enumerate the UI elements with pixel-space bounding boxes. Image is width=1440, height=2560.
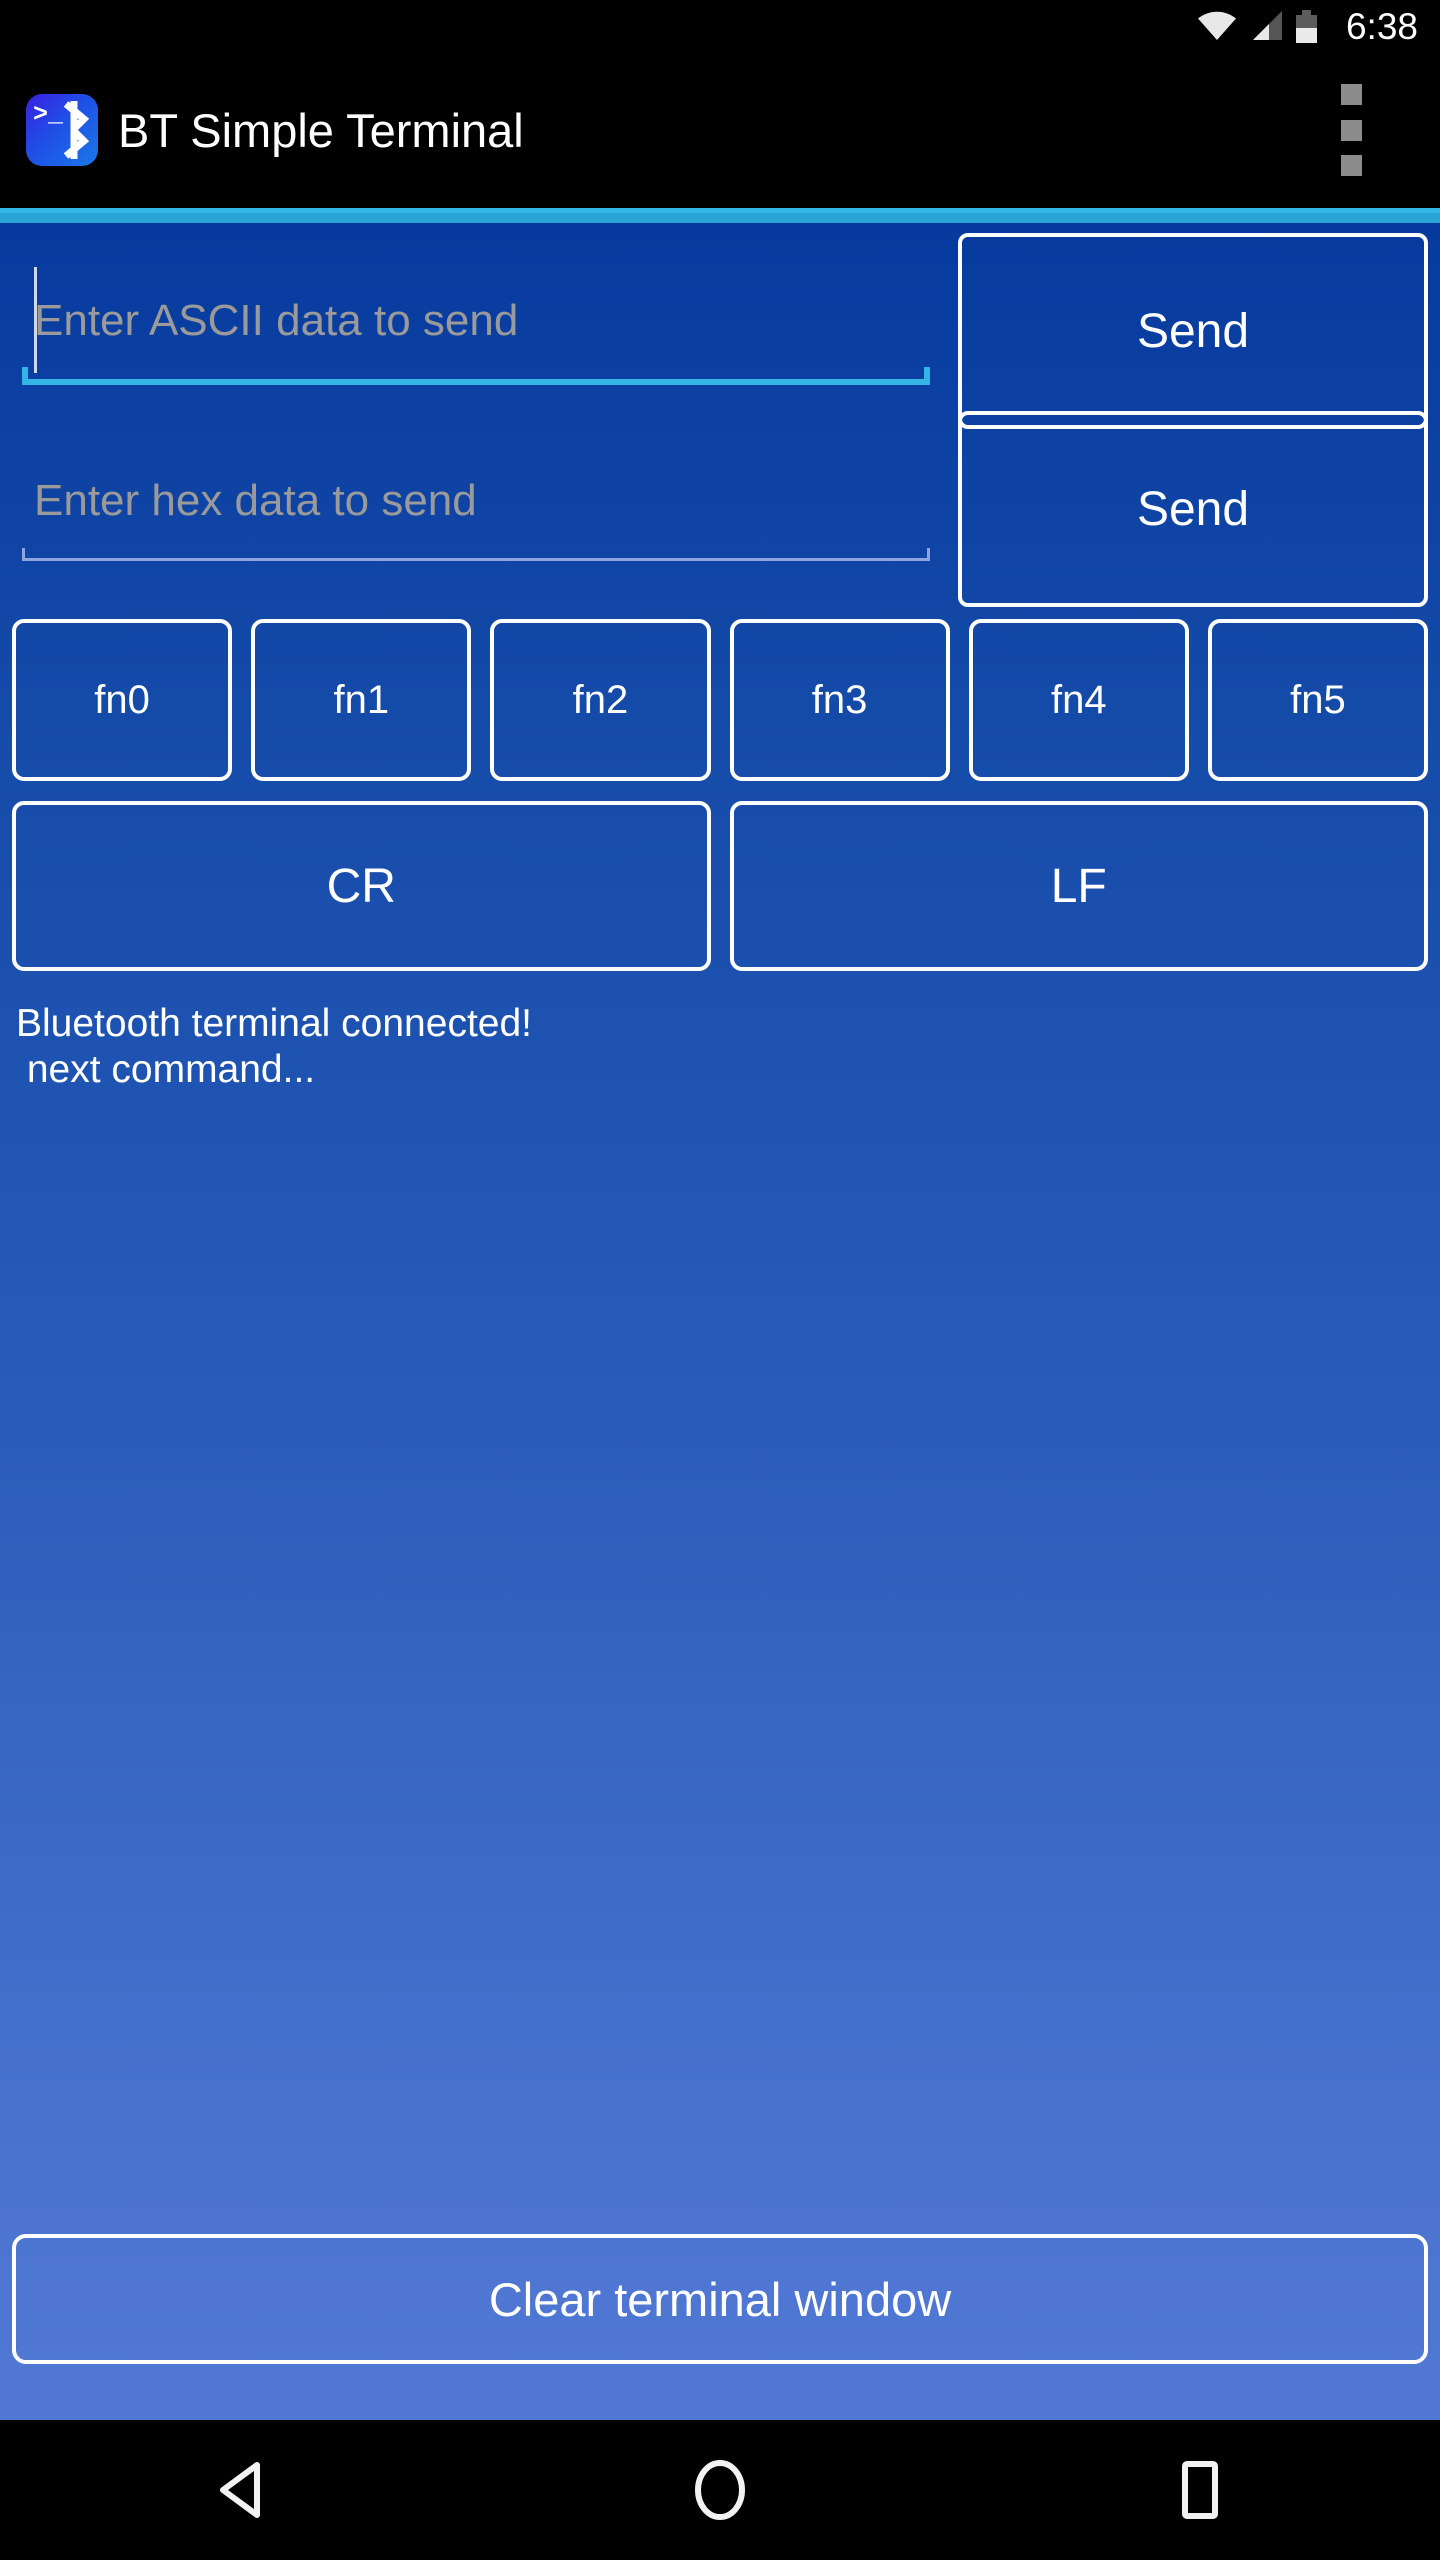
send-ascii-button[interactable]: Send: [958, 233, 1428, 429]
recents-square-icon[interactable]: [1120, 2420, 1280, 2560]
ascii-input-underline: [22, 367, 930, 385]
clear-terminal-button[interactable]: Clear terminal window: [12, 2234, 1428, 2364]
overflow-menu-icon[interactable]: [1338, 84, 1364, 176]
fn0-button[interactable]: fn0: [12, 619, 233, 781]
battery-half-icon: [1295, 9, 1317, 43]
fn1-button[interactable]: fn1: [251, 619, 472, 781]
wifi-icon: [1197, 11, 1236, 41]
status-bar-icons: 6:38: [1197, 5, 1418, 47]
ascii-send-row: Enter ASCII data to send Send: [12, 233, 1428, 429]
bluetooth-terminal-app-icon: >_: [26, 94, 98, 166]
fn2-button[interactable]: fn2: [490, 619, 711, 781]
hex-send-row: Enter hex data to send Send: [12, 411, 1428, 611]
ascii-input-placeholder: Enter ASCII data to send: [34, 296, 519, 345]
accent-strip: [0, 213, 1440, 223]
lf-button[interactable]: LF: [729, 801, 1428, 971]
hex-input-field[interactable]: Enter hex data to send: [12, 421, 940, 581]
fn5-button[interactable]: fn5: [1207, 619, 1429, 781]
hex-input-underline: [22, 548, 930, 561]
fn3-button[interactable]: fn3: [729, 619, 950, 781]
fn-button-row: fn0 fn1 fn2 fn3 fn4 fn5: [12, 619, 1429, 781]
page-title: BT Simple Terminal: [118, 103, 524, 157]
cr-button[interactable]: CR: [12, 801, 711, 971]
send-hex-button[interactable]: Send: [958, 411, 1428, 607]
terminal-line: next command...: [16, 1048, 316, 1092]
hex-input-placeholder: Enter hex data to send: [34, 476, 477, 525]
crlf-button-row: CR LF: [12, 801, 1428, 971]
fn4-button[interactable]: fn4: [968, 619, 1189, 781]
status-bar-clock: 6:38: [1345, 5, 1418, 47]
bluetooth-glyph: [63, 101, 90, 159]
android-screen: 6:38 >_ BT Simple Terminal Enter ASCII d…: [0, 0, 1440, 2560]
navigation-bar: [0, 2420, 1440, 2560]
terminal-output[interactable]: Bluetooth terminal connected! next comma…: [12, 1001, 1428, 2234]
back-triangle-icon[interactable]: [160, 2420, 320, 2560]
ascii-input-field[interactable]: Enter ASCII data to send: [12, 241, 940, 401]
terminal-line: Bluetooth terminal connected!: [16, 1002, 532, 1045]
home-circle-icon[interactable]: [640, 2420, 800, 2560]
cell-signal-icon: [1249, 11, 1283, 41]
action-bar: >_ BT Simple Terminal: [0, 52, 1440, 208]
main-content: Enter ASCII data to send Send Enter hex …: [0, 223, 1440, 2420]
text-caret: [34, 267, 37, 373]
status-bar: 6:38: [0, 0, 1440, 52]
